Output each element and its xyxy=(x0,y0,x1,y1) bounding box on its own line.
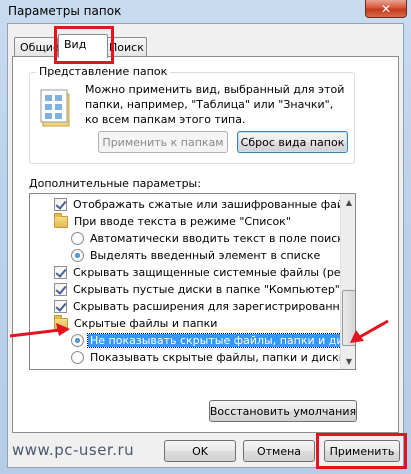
setting-label: Выделять введенный элемент в списке xyxy=(90,249,321,262)
advanced-settings-tree[interactable]: Отображать сжатые или зашифрованные файл… xyxy=(29,193,356,370)
setting-hide-protected[interactable]: Скрывать защищенные системные файлы (рек… xyxy=(54,264,355,281)
advanced-settings-label: Дополнительные параметры: xyxy=(29,177,201,190)
checkbox[interactable] xyxy=(54,300,67,313)
ok-label: OK xyxy=(192,444,208,458)
annotation-arrow-left xyxy=(9,323,70,338)
setting-label: Показывать скрытые файлы, папки и диски xyxy=(90,351,346,364)
folder-icon xyxy=(54,212,68,228)
apply-to-folders-button[interactable]: Применить к папкам xyxy=(98,131,228,153)
setting-dont-show-hidden[interactable]: Не показывать скрытые файлы, папки и дис… xyxy=(71,332,355,349)
setting-select-typed[interactable]: Выделять введенный элемент в списке xyxy=(71,247,322,264)
ok-button[interactable]: OK xyxy=(164,440,236,462)
restore-defaults-label: Восстановить умолчания xyxy=(209,404,357,418)
setting-hide-empty-drives[interactable]: Скрывать пустые диски в папке "Компьютер… xyxy=(54,281,342,298)
checkbox[interactable] xyxy=(54,283,67,296)
radio-button[interactable] xyxy=(71,232,84,245)
annotation-arrow-right xyxy=(350,319,389,343)
checkbox[interactable] xyxy=(54,198,67,211)
folder-options-icon xyxy=(40,89,70,127)
radio-button[interactable] xyxy=(71,334,84,347)
cancel-button[interactable]: Отмена xyxy=(243,440,315,462)
setting-show-encrypted[interactable]: Отображать сжатые или зашифрованные файл… xyxy=(54,196,356,213)
setting-label: Скрывать расширения для зарегистрированн… xyxy=(73,300,355,313)
setting-show-hidden[interactable]: Показывать скрытые файлы, папки и диски xyxy=(71,349,348,366)
checkbox[interactable] xyxy=(54,266,67,279)
highlight-apply-button xyxy=(316,433,407,469)
folder-view-legend: Представление папок xyxy=(36,65,171,78)
group-label: При вводе текста в режиме "Список" xyxy=(74,215,291,228)
reset-folders-label: Сброс вида папок xyxy=(240,135,345,149)
group-list-typing: При вводе текста в режиме "Список" xyxy=(54,212,293,230)
folder-view-description: Можно применить вид, выбранный для этой … xyxy=(85,83,345,126)
setting-autotype-search[interactable]: Автоматически вводить текст в поле поиск… xyxy=(71,230,353,247)
cancel-label: Отмена xyxy=(256,444,302,458)
reset-folders-button[interactable]: Сброс вида папок xyxy=(237,131,348,153)
radio-button[interactable] xyxy=(71,351,84,364)
setting-hide-extensions[interactable]: Скрывать расширения для зарегистрированн… xyxy=(54,298,355,315)
group-hidden-files: Скрытые файлы и папки xyxy=(54,314,219,332)
setting-label: Скрывать защищенные системные файлы (рек… xyxy=(73,266,355,279)
close-button[interactable]: ✕ xyxy=(365,0,407,18)
window-title: Параметры папок xyxy=(8,4,122,18)
apply-to-folders-label: Применить к папкам xyxy=(102,135,224,149)
setting-label: Отображать сжатые или зашифрованные файл… xyxy=(73,198,356,211)
scroll-down-icon[interactable]: ▼ xyxy=(341,353,355,369)
tab-general[interactable]: Общие xyxy=(14,37,60,57)
tab-search-label: Поиск xyxy=(109,41,144,54)
setting-label: Скрывать пустые диски в папке "Компьютер… xyxy=(73,283,340,296)
site-watermark: www.pc-user.ru xyxy=(12,441,135,459)
scroll-up-icon[interactable]: ▲ xyxy=(341,194,355,210)
setting-label: Автоматически вводить текст в поле поиск… xyxy=(90,232,351,245)
close-icon: ✕ xyxy=(380,1,392,16)
group-label: Скрытые файлы и папки xyxy=(74,317,218,330)
restore-defaults-button[interactable]: Восстановить умолчания xyxy=(209,400,357,422)
title-bar: Параметры папок ✕ xyxy=(0,0,411,22)
highlight-tab-view xyxy=(54,26,114,64)
radio-button[interactable] xyxy=(71,249,84,262)
setting-label: Не показывать скрытые файлы, папки и дис… xyxy=(86,333,355,348)
